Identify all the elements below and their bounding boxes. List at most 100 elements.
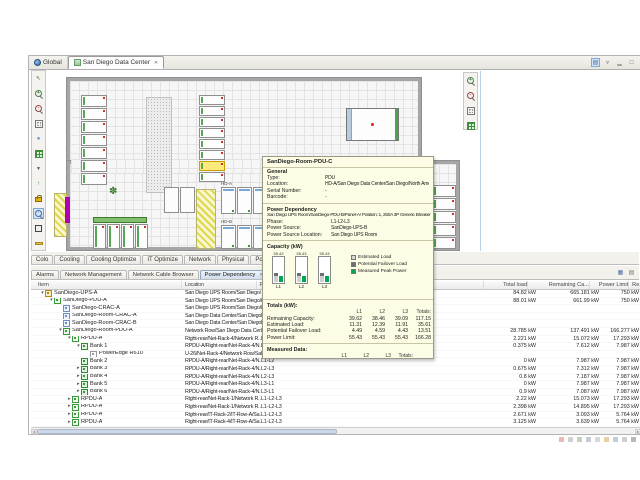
rack[interactable] <box>81 95 107 107</box>
filter-icon[interactable]: ▼ <box>33 163 44 174</box>
status-icon[interactable] <box>577 437 582 442</box>
table-row[interactable]: ▸ Bank 6 RPDU-A/Right-rear/Net-Rack-4/N.… <box>31 389 640 397</box>
rack[interactable] <box>81 147 107 159</box>
tab-san-diego-data-center[interactable]: San Diego Data Center ✕ <box>68 56 164 69</box>
rack[interactable] <box>199 128 225 138</box>
maximize-icon[interactable]: □ <box>627 58 636 67</box>
tab-network-cable-browser[interactable]: Network Cable Browser <box>128 270 199 279</box>
rack[interactable] <box>121 224 134 249</box>
rack[interactable] <box>432 185 456 197</box>
table-row[interactable]: ▸ RPDU-A Right-rear/IT-Rack-2/IT-Row-A/S… <box>31 412 640 420</box>
tab-label: San Diego Data Center <box>83 59 150 66</box>
lock-icon[interactable] <box>33 193 44 204</box>
section-capacity: Capacity (kW) <box>263 243 433 250</box>
table-row[interactable]: ▸ RPDU-A Right-rear/Net-Rack-1/Network R… <box>31 396 640 404</box>
legend-swatch-icon <box>351 255 356 260</box>
pan-icon[interactable]: ● <box>33 133 44 144</box>
rack-selected[interactable] <box>199 161 225 171</box>
column-remaining-capacity[interactable]: Remaining Ca... <box>528 281 590 289</box>
view-menu-icon[interactable]: ▿ <box>603 58 612 67</box>
table-row[interactable]: ▸ Bank 4 RPDU-A/Right-rear/Net-Rack-4/N.… <box>31 374 640 382</box>
grid-icon[interactable] <box>465 120 476 131</box>
cabinet[interactable] <box>180 187 195 213</box>
tab-network[interactable]: Network <box>184 255 216 264</box>
column-cutoff[interactable]: Re... <box>629 281 640 289</box>
rack[interactable] <box>199 106 225 116</box>
rack[interactable] <box>237 225 252 249</box>
status-icon[interactable] <box>631 437 636 442</box>
rack[interactable] <box>81 160 107 172</box>
table-row[interactable]: ▸ RPDU-A Right-rear/Net-Rack-1/Network R… <box>31 404 640 412</box>
tab-cooling-optimize[interactable]: Cooling Optimize <box>86 255 142 264</box>
status-icon[interactable] <box>613 437 618 442</box>
rack[interactable] <box>199 117 225 127</box>
rack[interactable] <box>199 150 225 160</box>
minimize-icon[interactable]: ▁ <box>615 58 624 67</box>
rack[interactable] <box>93 224 106 249</box>
tab-it-optimize[interactable]: IT Optimize <box>142 255 183 264</box>
status-icon[interactable] <box>559 437 564 442</box>
tab-alarms[interactable]: Alarms <box>31 270 59 279</box>
tab-global[interactable]: Global <box>29 56 68 69</box>
item-power-limit: 17.293 kW <box>601 396 640 403</box>
rack-grid-icon[interactable] <box>33 148 44 159</box>
rack[interactable] <box>432 224 456 236</box>
panel-menu-icon[interactable]: ▤ <box>627 269 636 277</box>
crac-unit[interactable] <box>346 108 399 141</box>
tab-network-management[interactable]: Network Management <box>60 270 127 279</box>
table-view-icon[interactable]: ▦ <box>616 269 625 277</box>
link-with-selection-icon[interactable]: ▤ <box>591 58 600 67</box>
rack[interactable] <box>81 134 107 146</box>
rack[interactable] <box>81 173 107 185</box>
column-location[interactable]: Location <box>182 281 257 289</box>
inspect-tool-icon[interactable]: · <box>33 208 44 219</box>
status-icon[interactable] <box>568 437 573 442</box>
zoom-out-icon[interactable]: - <box>465 90 476 101</box>
zoom-fit-icon[interactable] <box>33 118 44 129</box>
table-row[interactable]: ▸ Bank 5 RPDU-A/Right-rear/Net-Rack-4/N.… <box>31 381 640 389</box>
import-icon[interactable]: ↑ <box>33 178 44 189</box>
zoom-fit-icon[interactable] <box>465 105 476 116</box>
close-icon[interactable]: ✕ <box>154 60 158 66</box>
item-derated <box>333 412 493 419</box>
column-item[interactable]: Item <box>35 281 182 289</box>
cabinet[interactable] <box>164 187 179 213</box>
horizontal-scrollbar[interactable]: ◂ ▸ <box>31 427 640 434</box>
zoom-in-icon[interactable]: + <box>465 75 476 86</box>
select-tool-icon[interactable]: ↖ <box>33 73 44 84</box>
table-row[interactable]: ▸ RPDU-A Right-rear/IT-Rack-4/IT-Row-A/S… <box>31 419 640 427</box>
rack[interactable] <box>432 211 456 223</box>
table-row[interactable]: Bank 2 RPDU-A/Right-rear/Net-Rack-4/N...… <box>31 358 640 366</box>
status-icon[interactable] <box>595 437 600 442</box>
status-icon[interactable] <box>586 437 591 442</box>
measure-icon[interactable] <box>33 238 44 249</box>
rack[interactable] <box>221 187 236 214</box>
tab-colo[interactable]: Colo <box>31 255 53 264</box>
table-row[interactable]: ▸ Bank 3 RPDU-A/Right-rear/Net-Rack-4/N.… <box>31 366 640 374</box>
item-location: San Diego UPS Room/San Diego/... <box>185 298 261 305</box>
rack[interactable] <box>237 187 252 214</box>
zoom-in-icon[interactable]: + <box>33 88 44 99</box>
status-icon[interactable] <box>622 437 627 442</box>
region-select-icon[interactable] <box>33 223 44 234</box>
rack[interactable] <box>81 108 107 120</box>
status-icon[interactable] <box>604 437 609 442</box>
tab-physical[interactable]: Physical <box>217 255 249 264</box>
column-power-limit[interactable]: Power Limit <box>590 281 629 289</box>
item-total-load: 84.82 kW <box>493 290 538 297</box>
rack[interactable] <box>432 198 456 210</box>
tab-cooling[interactable]: Cooling <box>54 255 84 264</box>
scrollbar-thumb[interactable] <box>37 429 337 434</box>
tab-power-dependency[interactable]: Power Dependency✕ <box>200 270 269 279</box>
zoom-out-icon[interactable]: - <box>33 103 44 114</box>
rack[interactable] <box>135 224 148 249</box>
rack[interactable] <box>81 121 107 133</box>
scroll-right-icon[interactable]: ▸ <box>635 429 640 434</box>
gauge-l1: 55.43 L1 <box>271 251 286 290</box>
rack[interactable] <box>432 237 456 249</box>
rack[interactable] <box>199 139 225 149</box>
rack[interactable] <box>199 95 225 105</box>
rack[interactable] <box>221 225 236 249</box>
rack[interactable] <box>107 224 120 249</box>
column-total-load[interactable]: Total load <box>484 281 528 289</box>
